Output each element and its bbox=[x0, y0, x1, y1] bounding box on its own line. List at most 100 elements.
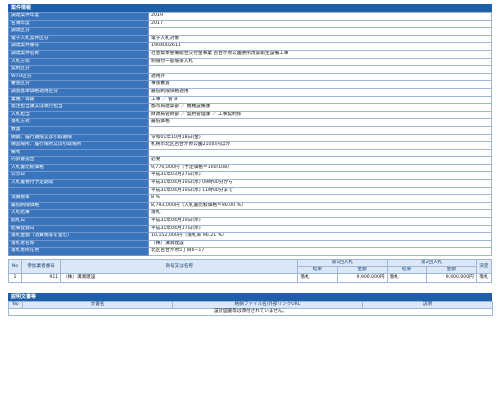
info-label: 調達案件名称 bbox=[8, 49, 149, 59]
table-row: 設計図書等は添付されていません。 bbox=[8, 307, 493, 316]
info-value: 電子入札対象 bbox=[148, 34, 492, 44]
col-header-r2-result: 結果 bbox=[386, 266, 427, 274]
info-row: 電子入札案件区分 電子入札対象 bbox=[8, 34, 492, 44]
info-label: 発注担当課又は執行担当 bbox=[8, 103, 149, 112]
att-header-no: No bbox=[8, 300, 23, 309]
col-header-r1-amount: 金額 bbox=[336, 266, 388, 274]
info-label bbox=[8, 186, 149, 196]
info-value: 北区百合が原5丁目6−17 bbox=[148, 247, 492, 256]
info-row: 入札書比較価格 9,770,000円（予定価格＝100/108） bbox=[8, 163, 492, 173]
info-value: 平成31年04月10日(水) 11時00分まで bbox=[148, 186, 492, 196]
info-label: 入札結果 bbox=[8, 209, 149, 219]
info-label: 審査区分 bbox=[8, 80, 149, 89]
info-row: 結果登録日 平成31年04月17日(水) bbox=[8, 224, 492, 234]
bid-results-table: No 参加業者番号 商号又は名称 第1回入札 第2回入札 決定 結果 金額 結果… bbox=[7, 259, 493, 283]
info-label: WTO区分 bbox=[8, 72, 149, 82]
info-value: 平成31年03月27日(水) bbox=[148, 171, 492, 181]
info-row: 公示日 平成31年03月27日(水) bbox=[8, 171, 492, 181]
info-row: 審査区分 事後審査 bbox=[8, 80, 492, 89]
section-header-attachments: 説明文書等 bbox=[8, 292, 492, 301]
row-r2-result: 落札 bbox=[386, 273, 427, 283]
att-header-desc: 説明 bbox=[362, 300, 493, 309]
info-row: 備考 bbox=[8, 148, 492, 158]
info-value bbox=[148, 65, 492, 74]
info-value: 事後審査 bbox=[148, 80, 492, 89]
info-label: 消費税率 bbox=[8, 194, 149, 203]
att-header-file-name: 格納ファイル名/外部リンクURL bbox=[172, 300, 363, 309]
info-label: 内訳書提出 bbox=[8, 156, 149, 165]
info-row: 消費税率 8 % bbox=[8, 194, 492, 203]
info-label: 入札書受付予定期間 bbox=[8, 179, 149, 188]
info-row: 調査基準価格適用区分 最低制限価格適用 bbox=[8, 87, 492, 97]
info-label: 入札担当 bbox=[8, 110, 149, 120]
info-row: 落札者所在地 北区百合が原5丁目6−17 bbox=[8, 247, 492, 256]
col-header-round1: 第1回入札 bbox=[297, 259, 388, 267]
info-row: 業種／等級 工事 ／ 管 B bbox=[8, 95, 492, 105]
table-row: 1 911 （株）溝渕建設 落札 9,900,000円 落札 9,400,000… bbox=[7, 273, 493, 283]
attachments-table: No 文書名 格納ファイル名/外部リンクURL 説明 設計図書等は添付されていま… bbox=[8, 300, 493, 317]
info-row: 名簿年度 2017 bbox=[8, 19, 492, 29]
info-value: 札幌市北区百合が原公園210の内ほか bbox=[148, 141, 492, 150]
info-row: 調達案件番号 1904002611 bbox=[8, 42, 492, 51]
info-value: 制限付一般競争入札 bbox=[148, 57, 492, 67]
info-value: 落札 bbox=[148, 209, 492, 219]
info-label: 公示日 bbox=[8, 171, 149, 181]
attachments-empty-message: 設計図書等は添付されていません。 bbox=[8, 307, 493, 316]
row-decision: 落札 bbox=[475, 273, 493, 283]
info-value: 9,770,000円（予定価格＝100/108） bbox=[148, 163, 492, 173]
info-label: 入札書比較価格 bbox=[8, 163, 149, 173]
info-row: 落札金額（消費税等を含む） 10,152,000円（落札率 96.21 %） bbox=[8, 232, 492, 241]
info-value: 8 % bbox=[148, 194, 492, 203]
info-value bbox=[148, 125, 492, 135]
info-row: 入札担当 財政局管財部 ／ 契約管理課 ／ 工事契約係 bbox=[8, 110, 492, 120]
info-value: （株）溝渕建設 bbox=[148, 239, 492, 249]
info-label: 調達案件年度 bbox=[8, 12, 149, 21]
info-row: 契約区分 bbox=[8, 65, 492, 74]
info-value: 工事 ／ 管 B bbox=[148, 95, 492, 105]
info-value: 平成31年04月17日(水) bbox=[148, 224, 492, 234]
info-value: 財政局管財部 ／ 契約管理課 ／ 工事契約係 bbox=[148, 110, 492, 120]
info-row: 入札書受付予定期間 平成31年04月10日(水) 09時00分から bbox=[8, 179, 492, 188]
row-company: （株）溝渕建設 bbox=[60, 273, 299, 283]
row-bidder-no: 911 bbox=[21, 273, 62, 283]
info-value: 社会資本整備総合交付金事業 百合が原公園便所改築衛生設備工事 bbox=[148, 49, 492, 59]
info-value: 平成31年04月10日(水) bbox=[148, 217, 492, 226]
info-row: 納期、履行期限又は引取期限 令和01年10月18日(金) bbox=[8, 133, 492, 143]
col-header-company: 商号又は名称 bbox=[60, 259, 299, 274]
info-label: 契約区分 bbox=[8, 65, 149, 74]
info-label: 開札日 bbox=[8, 217, 149, 226]
row-no: 1 bbox=[7, 273, 23, 283]
info-row: 最低制限価格 8,793,000円（入札書比較価格＝90.00 %） bbox=[8, 201, 492, 211]
info-label: 納品場所、履行場所又は引取場所 bbox=[8, 141, 149, 150]
info-value: 令和01年10月18日(金) bbox=[148, 133, 492, 143]
info-value: 1904002611 bbox=[148, 42, 492, 51]
info-value: 10,152,000円（落札率 96.21 %） bbox=[148, 232, 492, 241]
info-row: 調達案件年度 2019 bbox=[8, 12, 492, 21]
info-row: 入札結果 落札 bbox=[8, 209, 492, 219]
info-label: 電子入札案件区分 bbox=[8, 34, 149, 44]
info-row: 発注担当課又は執行担当 都市局建築部 ／ 機械設備課 bbox=[8, 103, 492, 112]
info-label: 備考 bbox=[8, 148, 149, 158]
info-row: 内訳書提出 必要 bbox=[8, 156, 492, 165]
row-r1-amount: 9,900,000円 bbox=[336, 273, 388, 283]
row-r2-amount: 9,400,000円 bbox=[425, 273, 477, 283]
info-row: 調達案件名称 社会資本整備総合交付金事業 百合が原公園便所改築衛生設備工事 bbox=[8, 49, 492, 59]
col-header-r2-amount: 金額 bbox=[425, 266, 477, 274]
info-row: 落札者名称 （株）溝渕建設 bbox=[8, 239, 492, 249]
col-header-no: No bbox=[7, 259, 23, 274]
info-row: 開札日 平成31年04月10日(水) bbox=[8, 217, 492, 226]
info-label: 調査基準価格適用区分 bbox=[8, 87, 149, 97]
info-row: 入札方式 制限付一般競争入札 bbox=[8, 57, 492, 67]
info-label: 落札金額（消費税等を含む） bbox=[8, 232, 149, 241]
col-header-decision: 決定 bbox=[475, 259, 493, 274]
info-row: WTO区分 適用外 bbox=[8, 72, 492, 82]
info-value: 必要 bbox=[148, 156, 492, 165]
info-value: 最低価格 bbox=[148, 118, 492, 127]
section-header-case-info: 案件情報 bbox=[8, 4, 492, 12]
col-header-bidder-no: 参加業者番号 bbox=[21, 259, 62, 274]
info-label: 落札方式 bbox=[8, 118, 149, 127]
info-value: 平成31年04月10日(水) 09時00分から bbox=[148, 179, 492, 188]
info-label: 調達区分 bbox=[8, 27, 149, 36]
att-header-doc-name: 文書名 bbox=[22, 300, 173, 309]
info-label: 最低制限価格 bbox=[8, 201, 149, 211]
